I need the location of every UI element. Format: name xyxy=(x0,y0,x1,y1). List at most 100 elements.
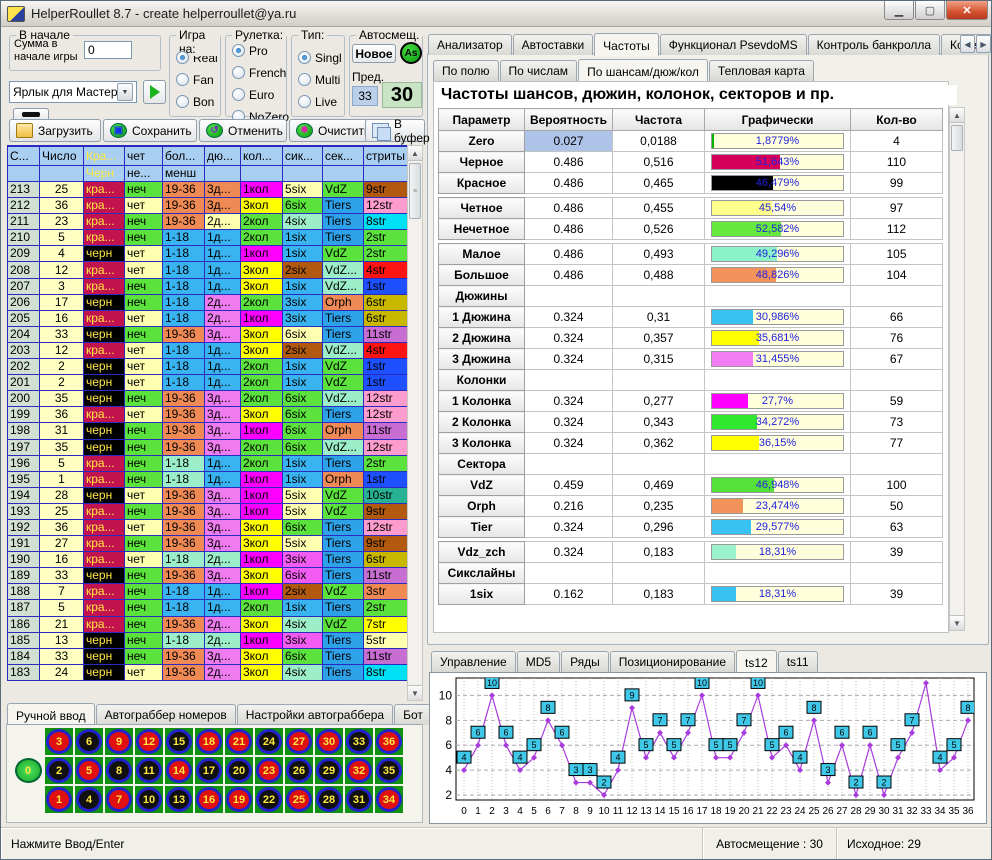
radio-icon[interactable] xyxy=(176,51,189,64)
radio-icon[interactable] xyxy=(232,88,245,101)
subtab-по-полю[interactable]: По полю xyxy=(433,60,499,81)
freq-param[interactable]: 1 Дюжина xyxy=(439,307,525,328)
tab-ts12[interactable]: ts12 xyxy=(736,650,777,673)
number-button-3[interactable]: 3 xyxy=(45,728,73,755)
table-row[interactable]: 2073кра...неч1-181д...3кол1sixVdZ...1str xyxy=(8,278,408,294)
tab-ряды[interactable]: Ряды xyxy=(561,651,609,672)
radio-icon[interactable] xyxy=(176,73,189,86)
table-row[interactable]: 1887кра...неч1-181д...1кол2sixVdZ3str xyxy=(8,584,408,600)
number-button-5[interactable]: 5 xyxy=(75,757,103,784)
radio-icon[interactable] xyxy=(298,95,311,108)
number-button-19[interactable]: 19 xyxy=(225,786,253,813)
table-row[interactable]: 18621кра...неч19-362д...3кол4sixVdZ7str xyxy=(8,616,408,632)
number-button-1[interactable]: 1 xyxy=(45,786,73,813)
tabs-scroll-right-icon[interactable]: ▶ xyxy=(976,35,991,53)
radio-icon[interactable] xyxy=(232,66,245,79)
number-button-13[interactable]: 13 xyxy=(165,786,193,813)
table-row[interactable]: 19236кра...чет19-363д...3кол6sixTiers12s… xyxy=(8,519,408,535)
freq-param[interactable]: Zero xyxy=(439,131,525,152)
freq-param[interactable]: 1six xyxy=(439,584,525,605)
number-button-24[interactable]: 24 xyxy=(255,728,283,755)
table-row[interactable]: 1951кра...неч1-181д...1кол1sixOrph1str xyxy=(8,471,408,487)
play-button[interactable] xyxy=(143,80,166,104)
freq-param[interactable]: 2 Колонка xyxy=(439,412,525,433)
number-button-29[interactable]: 29 xyxy=(315,757,343,784)
scroll-down-icon[interactable]: ▼ xyxy=(950,615,964,630)
history-scrollbar[interactable]: ▲ ≡ ▼ xyxy=(407,145,423,701)
subtab-по-шансам-дюж-кол[interactable]: По шансам/дюж/кол xyxy=(578,59,708,82)
table-row[interactable]: 20516кра...чет1-182д...1кол3sixTiers6str xyxy=(8,310,408,326)
clipboard-button[interactable]: В буфер xyxy=(365,119,425,142)
close-icon[interactable]: ✕ xyxy=(946,1,988,20)
number-button-36[interactable]: 36 xyxy=(375,728,403,755)
frequencies-scrollbar[interactable]: ▲ ▼ xyxy=(949,107,965,631)
new-button[interactable]: Новое xyxy=(352,44,396,63)
number-button-22[interactable]: 22 xyxy=(255,786,283,813)
number-button-27[interactable]: 27 xyxy=(285,728,313,755)
freq-param[interactable]: 2 Дюжина xyxy=(439,328,525,349)
tab-автоставки[interactable]: Автоставки xyxy=(513,34,594,55)
table-row[interactable]: 20035черннеч19-363д...2кол6sixVdZ...12st… xyxy=(8,391,408,407)
tab-автограббер-номеров[interactable]: Автограббер номеров xyxy=(96,704,236,725)
number-button-16[interactable]: 16 xyxy=(195,786,223,813)
freq-param[interactable]: Большое xyxy=(439,265,525,286)
table-row[interactable]: 19831черннеч19-363д...1кол6sixOrph11str xyxy=(8,423,408,439)
tab-контроль-банкролла[interactable]: Контроль банкролла xyxy=(808,34,940,55)
table-row[interactable]: 18433черннеч19-363д...3кол6sixTiers11str xyxy=(8,648,408,664)
freq-param[interactable]: Сектора xyxy=(439,454,525,475)
table-row[interactable]: 18513черннеч1-182д...1кол3sixTiers5str xyxy=(8,632,408,648)
number-button-14[interactable]: 14 xyxy=(165,757,193,784)
radio-roulette-euro[interactable]: Euro xyxy=(232,86,286,103)
number-button-34[interactable]: 34 xyxy=(375,786,403,813)
tab-анализатор[interactable]: Анализатор xyxy=(428,34,512,55)
table-row[interactable]: 19016кра...чет1-182д...1кол3sixTiers6str xyxy=(8,552,408,568)
number-button-23[interactable]: 23 xyxy=(255,757,283,784)
number-button-25[interactable]: 25 xyxy=(285,786,313,813)
freq-param[interactable]: Tier xyxy=(439,517,525,538)
chevron-down-icon[interactable]: ▼ xyxy=(117,83,133,101)
tab-бот[interactable]: Бот xyxy=(394,704,432,725)
number-button-28[interactable]: 28 xyxy=(315,786,343,813)
number-button-20[interactable]: 20 xyxy=(225,757,253,784)
number-button-18[interactable]: 18 xyxy=(195,728,223,755)
tab-позиционирование[interactable]: Позиционирование xyxy=(610,651,735,672)
shortcut-combobox[interactable]: Ярлык для Мастер ▼ xyxy=(9,81,137,103)
number-button-2[interactable]: 2 xyxy=(45,757,73,784)
freq-param[interactable]: Красное xyxy=(439,173,525,194)
scroll-up-icon[interactable]: ▲ xyxy=(408,146,422,161)
table-row[interactable]: 20812кра...чет1-181д...3кол2sixVdZ...4st… xyxy=(8,262,408,278)
tabs-scroll-left-icon[interactable]: ◀ xyxy=(960,35,975,53)
table-row[interactable]: 21123кра...неч19-362д...2кол4sixTiers8st… xyxy=(8,214,408,230)
tab-функционал-psevdoms[interactable]: Функционал PsevdoMS xyxy=(660,34,807,55)
number-button-31[interactable]: 31 xyxy=(345,786,373,813)
freq-param[interactable]: Черное xyxy=(439,152,525,173)
table-row[interactable]: 2022чернчет1-181д...2кол1sixVdZ1str xyxy=(8,359,408,375)
radio-type-live[interactable]: Live xyxy=(298,93,344,110)
start-sum-input[interactable] xyxy=(84,41,132,59)
number-button-4[interactable]: 4 xyxy=(75,786,103,813)
table-row[interactable]: 20433черннеч19-363д...3кол6sixTiers11str xyxy=(8,326,408,342)
number-button-8[interactable]: 8 xyxy=(105,757,133,784)
radio-icon[interactable] xyxy=(176,95,189,108)
table-row[interactable]: 18933черннеч19-363д...3кол6sixTiers11str xyxy=(8,568,408,584)
table-row[interactable]: 1875кра...неч1-181д...2кол1sixTiers2str xyxy=(8,600,408,616)
tab-настройки-автограббера[interactable]: Настройки автограббера xyxy=(237,704,393,725)
table-row[interactable]: 18324чернчет19-362д...3кол4sixTiers8str xyxy=(8,664,408,680)
tab-md5[interactable]: MD5 xyxy=(517,651,560,672)
freq-param[interactable]: 1 Колонка xyxy=(439,391,525,412)
number-button-26[interactable]: 26 xyxy=(285,757,313,784)
radio-icon[interactable] xyxy=(298,51,311,64)
as-button[interactable]: As xyxy=(400,42,422,64)
subtab-по-числам[interactable]: По числам xyxy=(500,60,578,81)
freq-param[interactable]: 3 Колонка xyxy=(439,433,525,454)
number-button-32[interactable]: 32 xyxy=(345,757,373,784)
radio-icon[interactable] xyxy=(232,44,245,57)
number-button-12[interactable]: 12 xyxy=(135,728,163,755)
number-button-7[interactable]: 7 xyxy=(105,786,133,813)
number-button-6[interactable]: 6 xyxy=(75,728,103,755)
undo-button[interactable]: ↺Отменить xyxy=(199,119,287,142)
table-row[interactable]: 20617черннеч1-182д...2кол3sixOrph6str xyxy=(8,294,408,310)
freq-param[interactable]: Колонки xyxy=(439,370,525,391)
radio-roulette-pro[interactable]: Pro xyxy=(232,42,286,59)
table-row[interactable]: 19325кра...неч19-363д...1кол5sixVdZ9str xyxy=(8,503,408,519)
